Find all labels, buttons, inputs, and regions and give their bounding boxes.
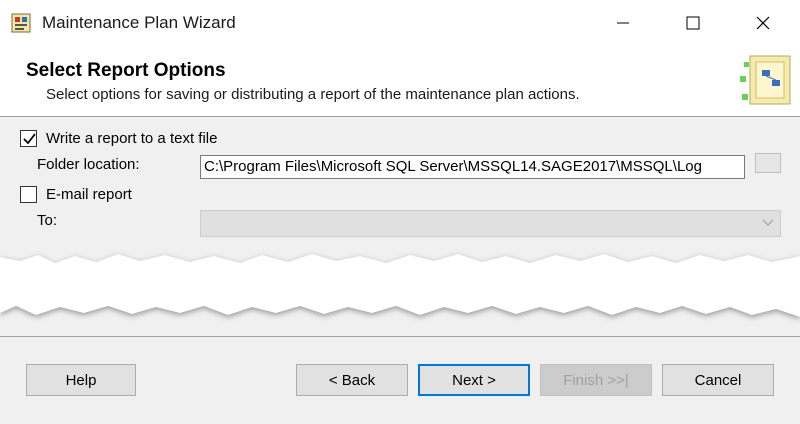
minimize-button[interactable] — [600, 0, 646, 46]
wizard-header: Select Report Options Select options for… — [0, 46, 800, 117]
to-operator-select[interactable] — [200, 210, 781, 237]
window-title: Maintenance Plan Wizard — [42, 13, 236, 32]
folder-location-label: Folder location: — [37, 156, 140, 173]
wizard-footer: Help < Back Next > Finish >>| Cancel — [0, 336, 800, 424]
page-title: Select Report Options — [26, 60, 226, 81]
page-subtitle: Select options for saving or distributin… — [46, 86, 580, 103]
folder-location-input[interactable]: C:\Program Files\Microsoft SQL Server\MS… — [200, 155, 745, 179]
maximize-button[interactable] — [670, 0, 716, 46]
next-button[interactable]: Next > — [418, 364, 530, 396]
finish-button[interactable]: Finish >>| — [540, 364, 652, 396]
email-report-label[interactable]: E-mail report — [46, 186, 132, 203]
header-panel: Select Report Options Select options for… — [8, 58, 792, 114]
email-report-checkbox[interactable] — [20, 186, 37, 203]
chevron-down-icon — [762, 219, 774, 226]
back-button[interactable]: < Back — [296, 364, 408, 396]
torn-edge-divider — [0, 245, 800, 345]
browse-folder-button[interactable] — [755, 153, 781, 173]
to-label: To: — [37, 212, 58, 229]
close-button[interactable] — [740, 0, 786, 46]
minimize-icon — [617, 22, 629, 24]
title-bar: Maintenance Plan Wizard — [0, 0, 800, 46]
wizard-app-icon — [10, 12, 32, 34]
write-report-checkbox[interactable] — [20, 130, 37, 147]
write-report-label[interactable]: Write a report to a text file — [46, 130, 217, 147]
close-icon — [756, 16, 770, 30]
help-button[interactable]: Help — [26, 364, 136, 396]
maximize-icon — [686, 16, 700, 30]
checkmark-icon — [23, 133, 36, 145]
cancel-button[interactable]: Cancel — [662, 364, 774, 396]
wizard-graphic-icon — [736, 52, 796, 114]
